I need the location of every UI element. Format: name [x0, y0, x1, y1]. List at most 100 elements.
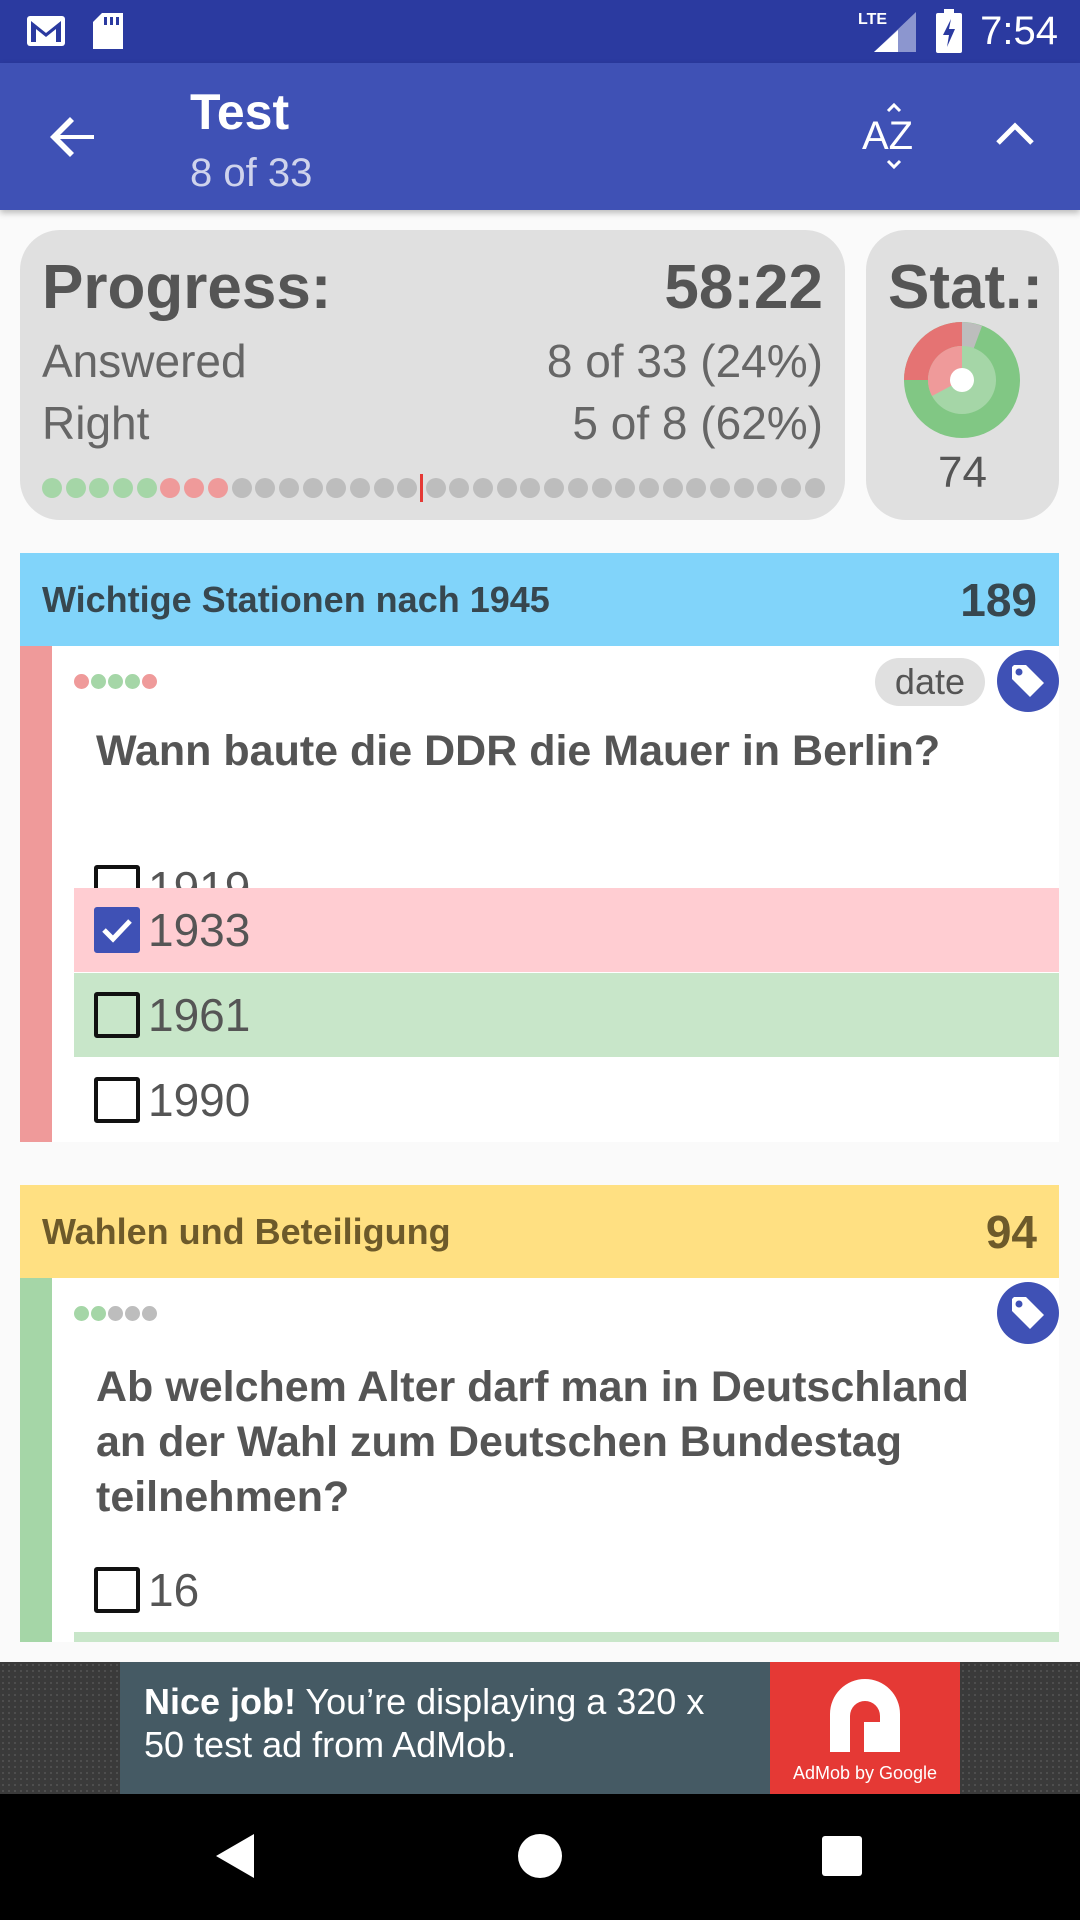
- question-text: Ab welchem Alter darf man in Deutschland…: [96, 1363, 969, 1521]
- answer-option-correct-partial: [74, 1632, 1059, 1642]
- right-row: Right 5 of 8 (62%): [42, 396, 823, 450]
- nav-home-icon[interactable]: [518, 1834, 562, 1878]
- answered-label: Answered: [42, 335, 247, 387]
- progress-card: Progress: 58:22 Answered 8 of 33 (24%) R…: [20, 230, 845, 520]
- tag-icon[interactable]: [997, 1282, 1059, 1344]
- tag-chip[interactable]: date: [874, 658, 985, 706]
- answer-option-wrong[interactable]: 1933: [74, 888, 1059, 972]
- progress-dot[interactable]: [231, 478, 252, 498]
- progress-dot[interactable]: [397, 478, 418, 498]
- stats-title: Stat.:: [888, 253, 1043, 322]
- progress-dot[interactable]: [804, 478, 825, 498]
- progress-dot[interactable]: [615, 478, 636, 498]
- stats-donut-chart: [904, 322, 1020, 438]
- check-icon: [102, 919, 132, 943]
- answer-label: 16: [148, 1564, 200, 1616]
- progress-dot[interactable]: [662, 478, 683, 498]
- checkbox[interactable]: [94, 1077, 140, 1123]
- progress-dot[interactable]: [160, 478, 181, 498]
- question-card: Ab welchem Alter darf man in Deutschland…: [20, 1278, 1059, 1642]
- progress-title: Progress:: [42, 253, 332, 322]
- nav-back-icon[interactable]: [214, 1832, 258, 1880]
- checkbox[interactable]: [94, 1567, 140, 1613]
- progress-dot[interactable]: [449, 478, 470, 498]
- checkbox[interactable]: [94, 992, 140, 1038]
- section-title: Wichtige Stationen nach 1945: [42, 578, 550, 620]
- progress-dot[interactable]: [326, 478, 347, 498]
- progress-dot[interactable]: [278, 478, 299, 498]
- ad-banner[interactable]: Nice job! You’re displaying a 320 x 50 t…: [120, 1662, 960, 1794]
- stats-card: Stat.: 74: [866, 230, 1059, 520]
- progress-dot[interactable]: [207, 478, 228, 498]
- question-status-bar: [20, 646, 52, 1142]
- progress-dot[interactable]: [184, 478, 205, 498]
- progress-dot[interactable]: [89, 478, 110, 498]
- svg-text:AZ: AZ: [862, 114, 913, 158]
- admob-logo: AdMob by Google: [770, 1662, 960, 1794]
- progress-timer: 58:22: [664, 253, 823, 322]
- progress-dot[interactable]: [733, 478, 754, 498]
- nav-recents-icon[interactable]: [822, 1836, 862, 1876]
- progress-dot[interactable]: [757, 478, 778, 498]
- back-arrow-icon[interactable]: [44, 107, 104, 167]
- answer-label: 1990: [148, 1074, 251, 1126]
- section-header[interactable]: Wahlen und Beteiligung 94: [20, 1185, 1059, 1278]
- section-title: Wahlen und Beteiligung: [42, 1210, 451, 1252]
- question-history-dots: [74, 674, 157, 689]
- progress-dot[interactable]: [425, 478, 446, 498]
- progress-dot[interactable]: [136, 478, 157, 498]
- answer-option[interactable]: 16: [74, 1548, 1059, 1632]
- answered-value: 8 of 33 (24%): [546, 335, 823, 387]
- signal-icon: LTE: [858, 11, 917, 52]
- section-header[interactable]: Wichtige Stationen nach 1945 189: [20, 553, 1059, 646]
- progress-dot[interactable]: [709, 478, 730, 498]
- progress-dot[interactable]: [65, 478, 86, 498]
- answer-option-correct[interactable]: 1961: [74, 973, 1059, 1057]
- progress-dot[interactable]: [473, 478, 494, 498]
- ad-bold-text: Nice job!: [144, 1681, 297, 1722]
- progress-dot[interactable]: [520, 478, 541, 498]
- progress-dots: [42, 474, 825, 502]
- history-dot: [74, 674, 89, 689]
- chevron-up-icon[interactable]: [990, 109, 1040, 159]
- progress-dot[interactable]: [302, 478, 323, 498]
- current-position-marker[interactable]: [420, 474, 423, 502]
- progress-dot[interactable]: [349, 478, 370, 498]
- question-status-bar: [20, 1278, 52, 1642]
- admob-brand: AdMob by Google: [792, 1763, 938, 1783]
- page-subtitle: 8 of 33: [190, 151, 313, 195]
- history-dot: [91, 1306, 106, 1321]
- progress-dot[interactable]: [686, 478, 707, 498]
- progress-dot[interactable]: [255, 478, 276, 498]
- question-history-dots: [74, 1306, 157, 1321]
- section-count: 94: [985, 1205, 1037, 1258]
- question-card: date Wann baute die DDR die Mauer in Ber…: [20, 646, 1059, 1142]
- progress-dot[interactable]: [781, 478, 801, 498]
- answer-label: 1933: [148, 904, 251, 956]
- checkbox-checked[interactable]: [94, 907, 140, 953]
- progress-dot[interactable]: [544, 478, 565, 498]
- right-label: Right: [42, 397, 150, 449]
- progress-dot[interactable]: [113, 478, 134, 498]
- history-dot: [108, 1306, 123, 1321]
- progress-dot[interactable]: [496, 478, 517, 498]
- ad-banner-area: Nice job! You’re displaying a 320 x 50 t…: [0, 1662, 1080, 1794]
- stats-value: 74: [938, 448, 987, 497]
- answer-option[interactable]: 1990: [74, 1058, 1059, 1142]
- sd-card-icon: [93, 13, 123, 49]
- tag-icon[interactable]: [997, 650, 1059, 712]
- progress-dot[interactable]: [591, 478, 612, 498]
- progress-dot[interactable]: [638, 478, 659, 498]
- history-dot: [74, 1306, 89, 1321]
- answer-label: 1961: [148, 989, 251, 1041]
- progress-dot[interactable]: [373, 478, 394, 498]
- history-dot: [108, 674, 123, 689]
- progress-dot[interactable]: [42, 478, 62, 498]
- history-dot: [142, 1306, 157, 1321]
- history-dot: [142, 674, 157, 689]
- sort-az-icon[interactable]: AZ: [862, 103, 922, 173]
- system-nav-bar: [0, 1794, 1080, 1920]
- app-bar: Test 8 of 33 AZ: [0, 63, 1080, 210]
- answered-row: Answered 8 of 33 (24%): [42, 334, 823, 388]
- progress-dot[interactable]: [567, 478, 588, 498]
